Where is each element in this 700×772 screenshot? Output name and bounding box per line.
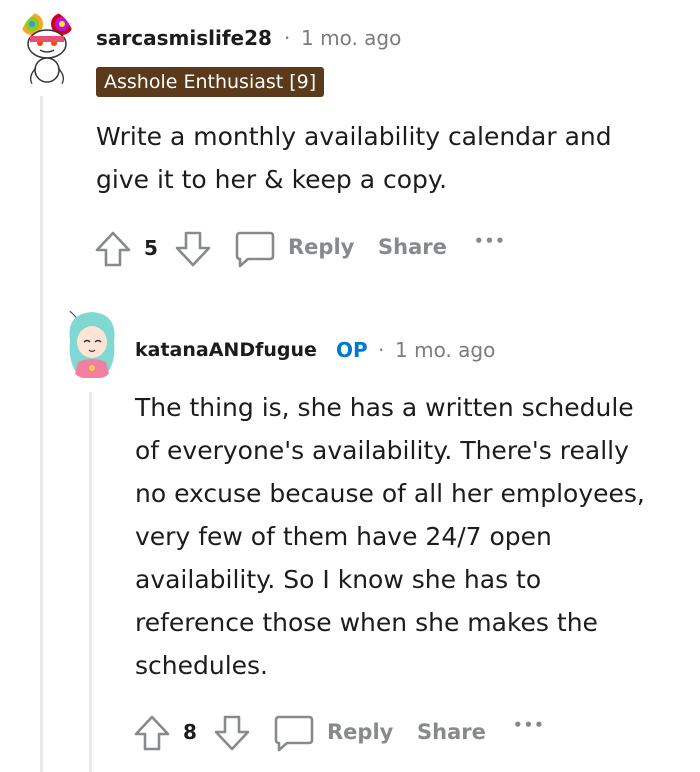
snoo-avatar-icon (21, 13, 73, 85)
comment-body-line: reference those when she makes the (135, 608, 598, 637)
more-options-button[interactable]: ••• (513, 716, 545, 734)
vote-count: 5 (144, 236, 158, 260)
comment-username[interactable]: katanaANDfugue (135, 339, 317, 361)
more-options-button[interactable]: ••• (474, 232, 506, 250)
anime-avatar-icon (63, 301, 115, 378)
comment-body-line: The thing is, she has a written schedule (135, 393, 634, 422)
comment-body-line: give it to her & keep a copy. (96, 165, 448, 194)
avatar[interactable] (18, 10, 76, 90)
comment-time[interactable]: 1 mo. ago (301, 26, 401, 50)
downvote-icon[interactable] (213, 714, 251, 752)
share-button[interactable]: Share (378, 235, 447, 259)
comment-body-line: Write a monthly availability calendar an… (96, 122, 612, 151)
reply-icon[interactable] (273, 713, 315, 753)
comment-time[interactable]: 1 mo. ago (395, 338, 495, 362)
vote-count: 8 (183, 720, 197, 744)
op-badge: OP (336, 338, 368, 362)
share-button[interactable]: Share (417, 720, 486, 744)
avatar[interactable] (60, 300, 124, 380)
comment-body-line: schedules. (135, 651, 269, 680)
meta-separator: · (284, 26, 291, 50)
comment-body-line: of everyone's availability. There's real… (135, 436, 629, 465)
reply-icon[interactable] (234, 229, 276, 269)
meta-separator: · (378, 338, 385, 362)
user-flair: Asshole Enthusiast [9] (96, 67, 325, 97)
comment-body: Write a monthly availability calendar an… (96, 115, 686, 201)
comment-username[interactable]: sarcasmislife28 (96, 26, 272, 50)
reply-button[interactable]: Reply (288, 235, 354, 259)
comment-body: The thing is, she has a written schedule… (135, 386, 695, 687)
downvote-icon[interactable] (174, 230, 212, 268)
thread-line-reply[interactable] (89, 392, 92, 772)
upvote-icon[interactable] (133, 714, 171, 752)
upvote-icon[interactable] (94, 230, 132, 268)
thread-line[interactable] (40, 96, 43, 772)
comment-body-line: availability. So I know she has to (135, 565, 542, 594)
reply-button[interactable]: Reply (327, 720, 393, 744)
comment-body-line: no excuse because of all her employees, (135, 479, 645, 508)
comment-body-line: very few of them have 24/7 open (135, 522, 552, 551)
